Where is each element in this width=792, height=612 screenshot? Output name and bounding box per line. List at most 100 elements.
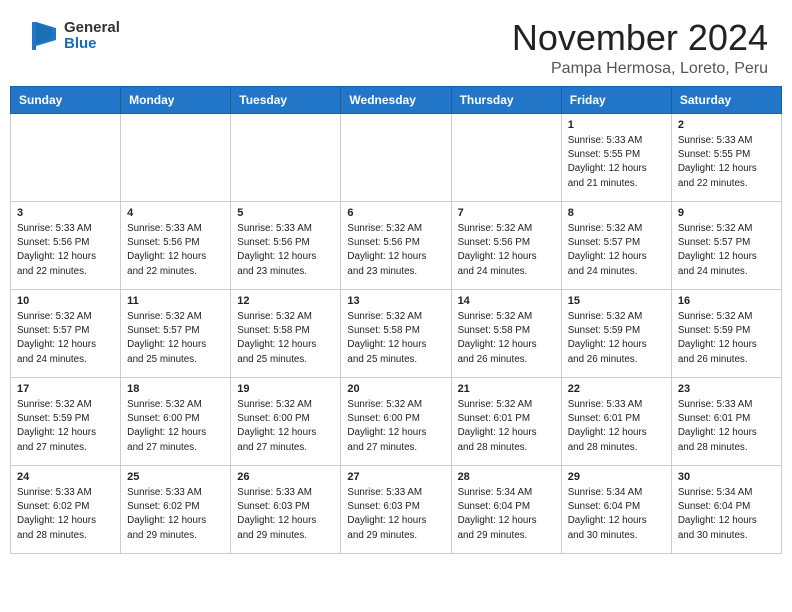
page: General Blue November 2024 Pampa Hermosa…	[0, 0, 792, 612]
day-cell: 25Sunrise: 5:33 AM Sunset: 6:02 PM Dayli…	[121, 465, 231, 553]
day-number: 11	[127, 294, 225, 309]
weekday-header-wednesday: Wednesday	[341, 86, 451, 113]
day-info: Sunrise: 5:32 AM Sunset: 5:57 PM Dayligh…	[127, 310, 225, 367]
day-cell: 2Sunrise: 5:33 AM Sunset: 5:55 PM Daylig…	[671, 113, 781, 201]
week-row-4: 17Sunrise: 5:32 AM Sunset: 5:59 PM Dayli…	[11, 377, 782, 465]
logo-blue: Blue	[64, 36, 120, 53]
day-number: 10	[17, 294, 115, 309]
calendar-wrap: SundayMondayTuesdayWednesdayThursdayFrid…	[0, 86, 792, 564]
day-info: Sunrise: 5:32 AM Sunset: 5:57 PM Dayligh…	[678, 222, 776, 279]
day-cell: 30Sunrise: 5:34 AM Sunset: 6:04 PM Dayli…	[671, 465, 781, 553]
day-cell: 18Sunrise: 5:32 AM Sunset: 6:00 PM Dayli…	[121, 377, 231, 465]
day-info: Sunrise: 5:32 AM Sunset: 5:57 PM Dayligh…	[568, 222, 666, 279]
weekday-header-sunday: Sunday	[11, 86, 121, 113]
day-info: Sunrise: 5:32 AM Sunset: 5:57 PM Dayligh…	[17, 310, 115, 367]
day-number: 4	[127, 206, 225, 221]
week-row-5: 24Sunrise: 5:33 AM Sunset: 6:02 PM Dayli…	[11, 465, 782, 553]
day-number: 6	[347, 206, 445, 221]
day-cell: 28Sunrise: 5:34 AM Sunset: 6:04 PM Dayli…	[451, 465, 561, 553]
day-cell: 20Sunrise: 5:32 AM Sunset: 6:00 PM Dayli…	[341, 377, 451, 465]
day-number: 30	[678, 470, 776, 485]
day-number: 26	[237, 470, 335, 485]
day-info: Sunrise: 5:32 AM Sunset: 6:01 PM Dayligh…	[458, 398, 556, 455]
day-number: 9	[678, 206, 776, 221]
day-cell: 16Sunrise: 5:32 AM Sunset: 5:59 PM Dayli…	[671, 289, 781, 377]
location-title: Pampa Hermosa, Loreto, Peru	[512, 60, 768, 78]
day-cell: 5Sunrise: 5:33 AM Sunset: 5:56 PM Daylig…	[231, 201, 341, 289]
day-info: Sunrise: 5:32 AM Sunset: 6:00 PM Dayligh…	[127, 398, 225, 455]
week-row-1: 1 Sunrise: 5:33 AM Sunset: 5:55 PM Daylig…	[11, 113, 782, 201]
day-cell: 6Sunrise: 5:32 AM Sunset: 5:56 PM Daylig…	[341, 201, 451, 289]
day-cell: 9Sunrise: 5:32 AM Sunset: 5:57 PM Daylig…	[671, 201, 781, 289]
weekday-header-monday: Monday	[121, 86, 231, 113]
logo-general: General	[64, 20, 120, 37]
day-info: Sunrise: 5:33 AM Sunset: 6:01 PM Dayligh…	[678, 398, 776, 455]
logo-icon	[24, 18, 60, 54]
day-cell: 14Sunrise: 5:32 AM Sunset: 5:58 PM Dayli…	[451, 289, 561, 377]
day-number: 28	[458, 470, 556, 485]
day-number: 7	[458, 206, 556, 221]
weekday-header-saturday: Saturday	[671, 86, 781, 113]
day-number: 2	[678, 118, 776, 133]
logo: General Blue	[24, 18, 120, 54]
day-number: 24	[17, 470, 115, 485]
day-cell: 19Sunrise: 5:32 AM Sunset: 6:00 PM Dayli…	[231, 377, 341, 465]
day-info: Sunrise: 5:33 AM Sunset: 6:02 PM Dayligh…	[17, 486, 115, 543]
day-info: Sunrise: 5:33 AM Sunset: 5:56 PM Dayligh…	[17, 222, 115, 279]
day-cell: 21Sunrise: 5:32 AM Sunset: 6:01 PM Dayli…	[451, 377, 561, 465]
day-info: Sunrise: 5:33 AM Sunset: 6:03 PM Dayligh…	[237, 486, 335, 543]
day-cell: 17Sunrise: 5:32 AM Sunset: 5:59 PM Dayli…	[11, 377, 121, 465]
day-number: 15	[568, 294, 666, 309]
logo-text: General Blue	[64, 20, 120, 53]
day-cell: 1Sunrise: 5:33 AM Sunset: 5:55 PM Daylig…	[561, 113, 671, 201]
weekday-header-row: SundayMondayTuesdayWednesdayThursdayFrid…	[11, 86, 782, 113]
day-info: Sunrise: 5:32 AM Sunset: 5:58 PM Dayligh…	[347, 310, 445, 367]
day-info: Sunrise: 5:33 AM Sunset: 6:01 PM Dayligh…	[568, 398, 666, 455]
day-info: Sunrise: 5:33 AM Sunset: 6:02 PM Dayligh…	[127, 486, 225, 543]
day-info: Sunrise: 5:33 AM Sunset: 6:03 PM Dayligh…	[347, 486, 445, 543]
day-info: Sunrise: 5:32 AM Sunset: 6:00 PM Dayligh…	[237, 398, 335, 455]
day-number: 14	[458, 294, 556, 309]
day-cell: 27Sunrise: 5:33 AM Sunset: 6:03 PM Dayli…	[341, 465, 451, 553]
day-info: Sunrise: 5:32 AM Sunset: 5:56 PM Dayligh…	[347, 222, 445, 279]
month-title: November 2024	[512, 18, 768, 58]
day-cell	[341, 113, 451, 201]
day-info: Sunrise: 5:32 AM Sunset: 5:56 PM Dayligh…	[458, 222, 556, 279]
day-number: 27	[347, 470, 445, 485]
header: General Blue November 2024 Pampa Hermosa…	[0, 0, 792, 86]
day-info: Sunrise: 5:32 AM Sunset: 5:59 PM Dayligh…	[568, 310, 666, 367]
week-row-3: 10Sunrise: 5:32 AM Sunset: 5:57 PM Dayli…	[11, 289, 782, 377]
day-cell: 23Sunrise: 5:33 AM Sunset: 6:01 PM Dayli…	[671, 377, 781, 465]
day-number: 20	[347, 382, 445, 397]
day-number: 25	[127, 470, 225, 485]
calendar-body: 1 Sunrise: 5:33 AM Sunset: 5:55 PM Daylig…	[11, 113, 782, 553]
day-cell	[11, 113, 121, 201]
day-info: Sunrise: 5:32 AM Sunset: 5:58 PM Dayligh…	[237, 310, 335, 367]
day-info: Sunrise: 5:33 AM Sunset: 5:55 PM Dayligh…	[678, 134, 776, 191]
day-cell: 24Sunrise: 5:33 AM Sunset: 6:02 PM Dayli…	[11, 465, 121, 553]
day-cell: 22Sunrise: 5:33 AM Sunset: 6:01 PM Dayli…	[561, 377, 671, 465]
day-info: Sunrise: 5:34 AM Sunset: 6:04 PM Dayligh…	[678, 486, 776, 543]
day-cell: 12Sunrise: 5:32 AM Sunset: 5:58 PM Dayli…	[231, 289, 341, 377]
day-info: Sunrise: 5:34 AM Sunset: 6:04 PM Dayligh…	[568, 486, 666, 543]
day-info: Sunrise: 5:34 AM Sunset: 6:04 PM Dayligh…	[458, 486, 556, 543]
day-number: 3	[17, 206, 115, 221]
day-number: 22	[568, 382, 666, 397]
day-cell: 13Sunrise: 5:32 AM Sunset: 5:58 PM Dayli…	[341, 289, 451, 377]
day-number: 19	[237, 382, 335, 397]
day-info: Sunrise: 5:33 AM Sunset: 5:56 PM Dayligh…	[127, 222, 225, 279]
calendar-header: SundayMondayTuesdayWednesdayThursdayFrid…	[11, 86, 782, 113]
day-cell: 11Sunrise: 5:32 AM Sunset: 5:57 PM Dayli…	[121, 289, 231, 377]
day-cell	[451, 113, 561, 201]
day-number: 5	[237, 206, 335, 221]
week-row-2: 3Sunrise: 5:33 AM Sunset: 5:56 PM Daylig…	[11, 201, 782, 289]
day-info: Sunrise: 5:32 AM Sunset: 6:00 PM Dayligh…	[347, 398, 445, 455]
day-number: 8	[568, 206, 666, 221]
day-cell: 4Sunrise: 5:33 AM Sunset: 5:56 PM Daylig…	[121, 201, 231, 289]
day-cell: 26Sunrise: 5:33 AM Sunset: 6:03 PM Dayli…	[231, 465, 341, 553]
weekday-header-tuesday: Tuesday	[231, 86, 341, 113]
day-number: 17	[17, 382, 115, 397]
day-cell: 8Sunrise: 5:32 AM Sunset: 5:57 PM Daylig…	[561, 201, 671, 289]
day-number: 1	[568, 118, 666, 133]
day-cell	[121, 113, 231, 201]
